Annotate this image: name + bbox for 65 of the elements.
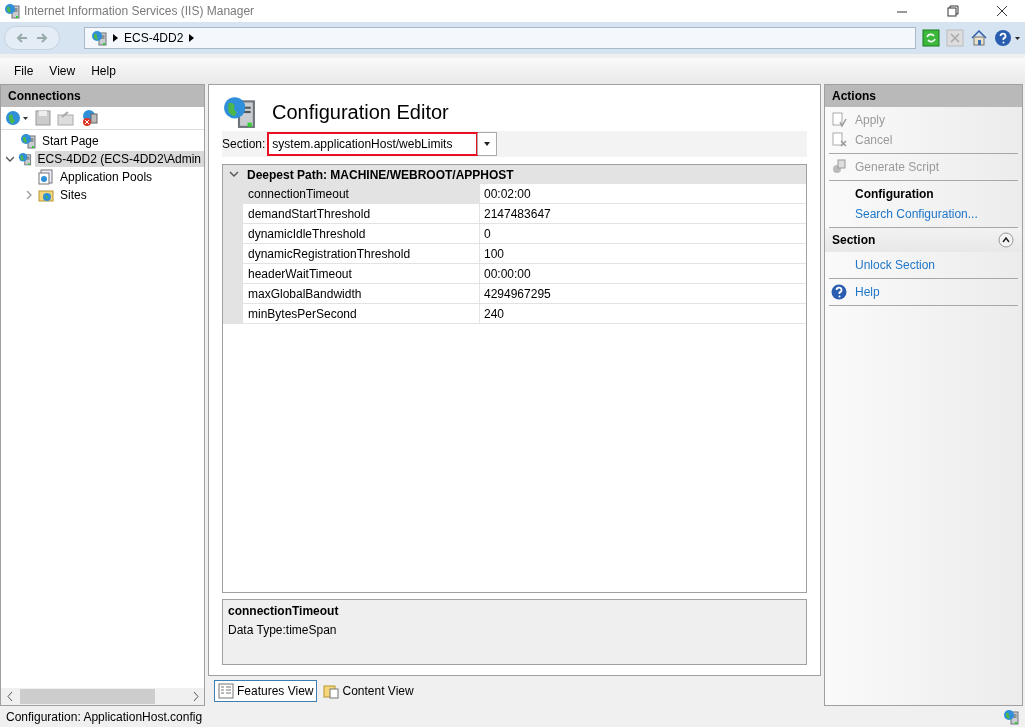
- section-header: Section: [832, 233, 876, 247]
- panel-header: Connections: [1, 85, 204, 107]
- refresh-button[interactable]: [922, 29, 940, 47]
- server-icon: [1003, 708, 1019, 725]
- action-link[interactable]: Unlock Section: [829, 255, 1018, 275]
- property-value[interactable]: 240: [480, 304, 806, 323]
- field-label: Section:: [222, 137, 266, 151]
- collapse-button[interactable]: [998, 232, 1014, 248]
- property-name: connectionTimeout: [228, 604, 340, 618]
- tree-item[interactable]: Application Pools: [57, 169, 156, 185]
- menu-item[interactable]: View: [41, 62, 84, 80]
- folder-globe-icon: [38, 187, 54, 203]
- scroll-right-icon[interactable]: [192, 692, 199, 701]
- tree-item[interactable]: Sites: [57, 187, 90, 203]
- property-value[interactable]: 00:00:00: [480, 264, 806, 283]
- property-value[interactable]: 0: [480, 224, 806, 243]
- server-globe-icon: [222, 95, 256, 129]
- property-value[interactable]: 00:02:00: [480, 184, 806, 203]
- globe-icon[interactable]: [5, 109, 29, 127]
- property-value[interactable]: 4294967295: [480, 284, 806, 303]
- disconnect-icon[interactable]: [81, 109, 99, 127]
- scroll-left-icon[interactable]: [6, 692, 13, 701]
- menu-item[interactable]: File: [6, 62, 42, 80]
- app-icon: [4, 3, 20, 19]
- data-type-text: Data Type:timeSpan: [228, 623, 338, 637]
- action-link[interactable]: Search Configuration...: [829, 204, 1018, 224]
- property-name[interactable]: headerWaitTimeout: [243, 264, 480, 283]
- tree-item[interactable]: Start Page: [39, 133, 102, 149]
- window-title: Internet Information Services (IIS) Manager: [24, 4, 256, 18]
- app-pool-icon: [38, 169, 54, 185]
- group-heading: Configuration: [854, 186, 935, 203]
- property-name[interactable]: dynamicRegistrationThreshold: [243, 244, 480, 263]
- chevron-icon: [113, 34, 118, 42]
- dropdown-arrow-icon: [484, 142, 491, 146]
- property-name[interactable]: maxGlobalBandwidth: [243, 284, 480, 303]
- folder-page-icon: [323, 683, 340, 699]
- group-header: Deepest Path: MACHINE/WEBROOT/APPHOST: [247, 167, 514, 182]
- tree-item[interactable]: ECS-4DD2 (ECS-4DD2\Admin: [34, 151, 204, 167]
- action-link[interactable]: Help: [829, 282, 1018, 302]
- chevron-icon: [189, 34, 195, 42]
- property-name[interactable]: dynamicIdleThreshold: [243, 224, 480, 243]
- status-text: Configuration: ApplicationHost.config: [6, 709, 203, 724]
- help-icon: [831, 284, 847, 300]
- horizontal-scrollbar[interactable]: [1, 688, 204, 705]
- home-button[interactable]: [970, 29, 988, 47]
- server-icon: [91, 30, 107, 46]
- breadcrumb[interactable]: ECS-4DD2: [124, 31, 184, 45]
- panel-header: Actions: [825, 85, 1022, 107]
- view-tab[interactable]: Features View: [214, 680, 318, 702]
- property-value[interactable]: 2147483647: [480, 204, 806, 223]
- list-view-icon: [218, 683, 234, 699]
- help-button[interactable]: [994, 29, 1021, 47]
- menu-item[interactable]: Help: [83, 62, 124, 80]
- property-name[interactable]: demandStartThreshold: [243, 204, 480, 223]
- section-dropdown[interactable]: system.applicationHost/webLimits: [267, 132, 498, 156]
- cancel-icon: [831, 132, 847, 148]
- apply-icon: [831, 112, 847, 128]
- server-icon: [18, 151, 32, 167]
- view-tab[interactable]: Content View: [319, 680, 418, 702]
- script-icon: [831, 159, 847, 175]
- server-icon: [20, 133, 36, 149]
- property-name[interactable]: minBytesPerSecond: [243, 304, 480, 323]
- page-title: Configuration Editor: [272, 100, 449, 124]
- property-value[interactable]: 100: [480, 244, 806, 263]
- address-field[interactable]: ECS-4DD2: [84, 27, 916, 49]
